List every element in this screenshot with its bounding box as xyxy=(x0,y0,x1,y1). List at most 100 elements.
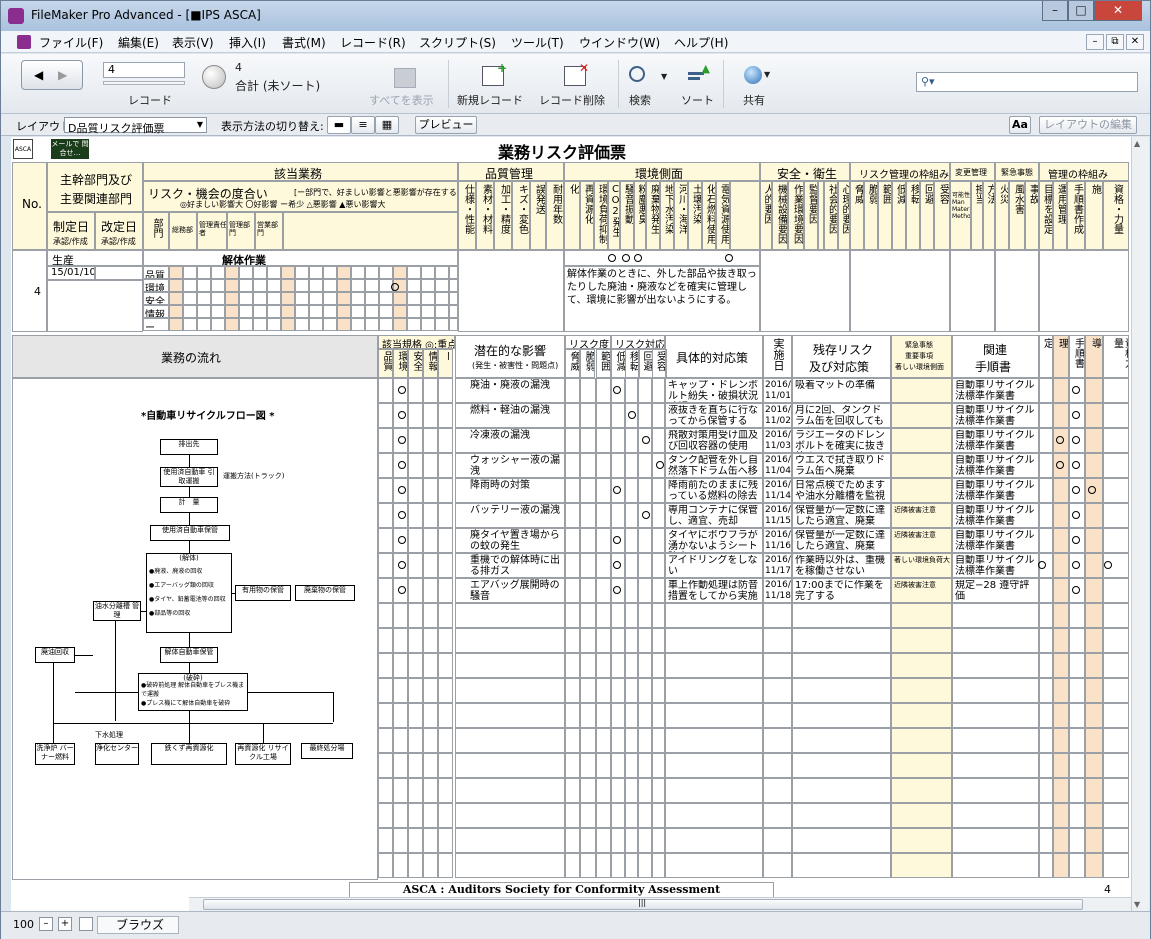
right-check-cell[interactable] xyxy=(1053,503,1069,528)
right-check-cell[interactable] xyxy=(1103,453,1129,478)
related-cell[interactable] xyxy=(952,753,1039,778)
risk-response-cell[interactable] xyxy=(624,478,638,503)
risk-degree-cell[interactable] xyxy=(565,853,581,878)
related-cell[interactable]: 規定−28 遵守評価 xyxy=(952,578,1039,603)
impact-cell[interactable]: バッテリー液の漏洩 xyxy=(455,503,565,528)
right-check-cell[interactable] xyxy=(1085,803,1103,828)
risk-degree-cell[interactable] xyxy=(595,778,611,803)
risk-response-cell[interactable] xyxy=(638,803,652,828)
right-check-cell[interactable] xyxy=(1103,428,1129,453)
dept-check-cell[interactable] xyxy=(211,279,225,292)
dept-check-cell[interactable] xyxy=(183,305,197,318)
dept-check-cell[interactable] xyxy=(449,292,458,305)
spec-cell[interactable] xyxy=(438,528,453,553)
risk-degree-cell[interactable] xyxy=(595,578,611,603)
risk-response-cell[interactable] xyxy=(638,403,652,428)
related-cell[interactable] xyxy=(952,728,1039,753)
right-check-cell[interactable] xyxy=(1039,528,1053,553)
menu-help[interactable]: ヘルプ(H) xyxy=(674,34,728,51)
spec-cell[interactable] xyxy=(378,428,393,453)
horizontal-scroll-thumb[interactable]: ||| xyxy=(203,898,1083,910)
related-cell[interactable] xyxy=(952,653,1039,678)
risk-response-cell[interactable] xyxy=(638,778,652,803)
related-cell[interactable]: 自動車リサイクル法標準作業書 xyxy=(952,478,1039,503)
dept-check-cell[interactable] xyxy=(393,266,407,279)
dept-check-cell[interactable] xyxy=(449,318,458,331)
residual-cell[interactable]: 月に2回、タンクドラム缶を回収してもらう xyxy=(792,403,891,428)
risk-response-cell[interactable] xyxy=(624,503,638,528)
measure-cell[interactable]: 降雨前たのままに残っている燃料の除去 xyxy=(665,478,763,503)
measure-cell[interactable] xyxy=(665,653,763,678)
risk-response-cell[interactable] xyxy=(611,603,625,628)
risk-degree-cell[interactable] xyxy=(580,703,596,728)
spec-cell[interactable] xyxy=(408,378,423,403)
right-check-cell[interactable] xyxy=(1053,378,1069,403)
risk-degree-cell[interactable] xyxy=(580,403,596,428)
risk-response-cell[interactable] xyxy=(651,703,665,728)
risk-degree-cell[interactable] xyxy=(565,603,581,628)
spec-cell[interactable] xyxy=(423,853,438,878)
related-cell[interactable]: 自動車リサイクル法標準作業書 xyxy=(952,453,1039,478)
dept-check-cell[interactable] xyxy=(281,279,295,292)
risk-degree-cell[interactable] xyxy=(580,378,596,403)
date-cell[interactable] xyxy=(763,603,792,628)
impact-cell[interactable] xyxy=(455,778,565,803)
dept-check-cell[interactable] xyxy=(435,266,449,279)
risk-response-cell[interactable] xyxy=(611,728,625,753)
risk-degree-cell[interactable] xyxy=(595,728,611,753)
dept-check-cell[interactable] xyxy=(323,305,337,318)
risk-response-cell[interactable] xyxy=(624,453,638,478)
spec-cell[interactable] xyxy=(438,453,453,478)
risk-response-cell[interactable] xyxy=(624,628,638,653)
dept-check-cell[interactable] xyxy=(421,305,435,318)
risk-degree-cell[interactable] xyxy=(580,753,596,778)
right-check-cell[interactable] xyxy=(1039,378,1053,403)
measure-cell[interactable] xyxy=(665,803,763,828)
spec-cell[interactable] xyxy=(438,503,453,528)
date-cell[interactable]: 2016/ 11/17 xyxy=(763,553,792,578)
mdi-minimize-button[interactable]: – xyxy=(1086,34,1104,50)
risk-response-cell[interactable] xyxy=(624,378,638,403)
measure-cell[interactable] xyxy=(665,753,763,778)
risk-response-cell[interactable] xyxy=(651,378,665,403)
right-check-cell[interactable] xyxy=(1085,378,1103,403)
risk-degree-cell[interactable] xyxy=(580,803,596,828)
right-check-cell[interactable] xyxy=(1039,678,1053,703)
spec-cell[interactable] xyxy=(378,378,393,403)
scroll-up-icon[interactable]: ▲ xyxy=(1134,139,1140,148)
right-check-cell[interactable] xyxy=(1039,478,1053,503)
spec-cell[interactable] xyxy=(393,703,408,728)
measure-cell[interactable]: 飛散対策用受け皿及び回収容器の使用 xyxy=(665,428,763,453)
dept-check-cell[interactable] xyxy=(435,279,449,292)
risk-response-cell[interactable] xyxy=(638,528,652,553)
impact-cell[interactable]: 重機での解体時に出る排ガス xyxy=(455,553,565,578)
risk-degree-cell[interactable] xyxy=(580,653,596,678)
dept-check-cell[interactable] xyxy=(169,305,183,318)
related-cell[interactable]: 自動車リサイクル法標準作業書 xyxy=(952,503,1039,528)
horizontal-scrollbar[interactable]: ||| xyxy=(189,897,1131,911)
mdi-restore-button[interactable]: ⧉ xyxy=(1106,34,1124,50)
risk-degree-cell[interactable] xyxy=(580,478,596,503)
spec-cell[interactable] xyxy=(438,728,453,753)
right-check-cell[interactable] xyxy=(1053,753,1069,778)
spec-cell[interactable] xyxy=(393,653,408,678)
right-check-cell[interactable] xyxy=(1053,478,1069,503)
delete-record-button[interactable]: レコード削除 xyxy=(539,92,605,108)
right-check-cell[interactable] xyxy=(1103,703,1129,728)
date-cell[interactable] xyxy=(763,653,792,678)
risk-response-cell[interactable] xyxy=(638,703,652,728)
spec-cell[interactable] xyxy=(408,753,423,778)
right-check-cell[interactable] xyxy=(1103,528,1129,553)
dept-check-cell[interactable] xyxy=(225,305,239,318)
right-check-cell[interactable] xyxy=(1085,853,1103,878)
dept-check-cell[interactable] xyxy=(169,266,183,279)
right-check-cell[interactable] xyxy=(1053,628,1069,653)
emergency-cell[interactable]: 近隣被害注意 xyxy=(891,578,952,603)
dept-check-cell[interactable] xyxy=(421,266,435,279)
emergency-cell[interactable] xyxy=(891,753,952,778)
dept-check-cell[interactable] xyxy=(239,318,253,331)
spec-cell[interactable] xyxy=(378,528,393,553)
right-check-cell[interactable] xyxy=(1085,503,1103,528)
date-cell[interactable] xyxy=(763,828,792,853)
risk-degree-cell[interactable] xyxy=(595,453,611,478)
